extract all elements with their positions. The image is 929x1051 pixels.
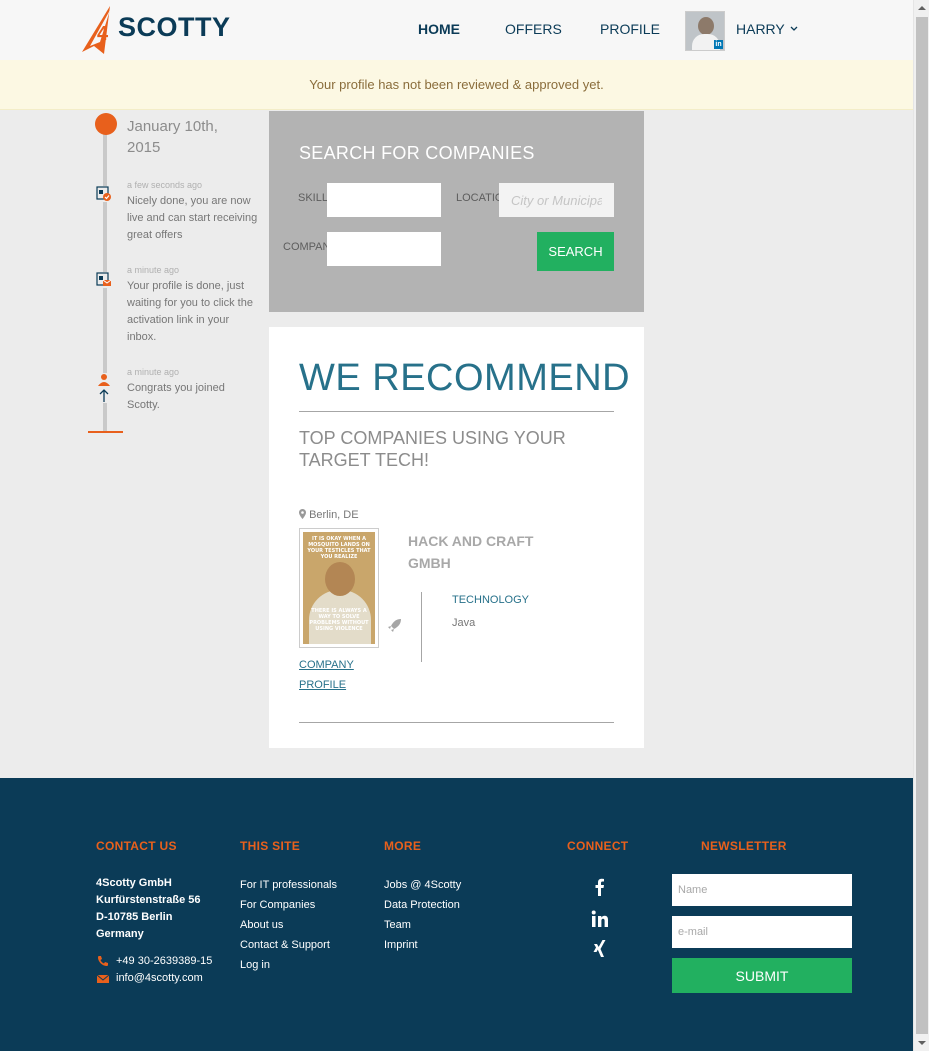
recommend-panel: WE RECOMMEND TOP COMPANIES USING YOUR TA… <box>269 327 644 748</box>
more-heading: MORE <box>384 839 422 853</box>
approval-alert: Your profile has not been reviewed & app… <box>0 60 913 110</box>
contact-email[interactable]: info@4scotty.com <box>116 972 203 984</box>
user-name: HARRY <box>736 21 785 37</box>
nav-profile[interactable]: PROFILE <box>600 21 660 37</box>
footer-link-data-protection[interactable]: Data Protection <box>384 895 461 915</box>
footer-link-imprint[interactable]: Imprint <box>384 935 461 955</box>
map-pin-icon <box>299 509 306 519</box>
location-label: LOCATION <box>456 192 500 204</box>
recommend-title: WE RECOMMEND <box>299 357 631 399</box>
profile-envelope-icon <box>96 272 112 288</box>
company-name[interactable]: HACK AND CRAFT GMBH <box>408 530 578 574</box>
company-label: COMPANY <box>283 241 328 253</box>
company-address: 4Scotty GmbH Kurfürstenstraße 56 D-10785… <box>96 877 201 940</box>
timeline-text: Your profile is done, just waiting for y… <box>127 280 253 343</box>
profile-check-icon <box>96 186 112 202</box>
timeline-base <box>88 431 123 433</box>
divider <box>299 411 614 412</box>
nav-home[interactable]: HOME <box>418 21 460 37</box>
timeline-time: a few seconds ago <box>127 180 203 190</box>
scroll-down-arrow-icon[interactable] <box>914 1035 929 1051</box>
rocket-icon <box>388 619 401 632</box>
scroll-up-arrow-icon[interactable] <box>914 0 929 16</box>
phone-icon <box>98 956 108 966</box>
technology-value: Java <box>452 617 476 629</box>
site-header: 4 SCOTTY HOME OFFERS PROFILE in HARRY <box>0 0 913 60</box>
location-input[interactable] <box>499 183 614 217</box>
search-title: SEARCH FOR COMPANIES <box>299 143 535 163</box>
site-footer: CONTACT US 4Scotty GmbH Kurfürstenstraße… <box>0 778 913 1051</box>
newsletter-heading: NEWSLETTER <box>701 839 787 853</box>
image-caption-bottom: THERE IS ALWAYS A WAY TO SOLVE PROBLEMS … <box>309 608 369 632</box>
envelope-icon <box>97 974 109 983</box>
timeline-text: Congrats you joined Scotty. <box>127 382 225 411</box>
chevron-down-icon <box>790 26 798 31</box>
divider <box>299 722 614 723</box>
newsletter-email-input[interactable] <box>672 916 852 948</box>
timeline-date: January 10th, 2015 <box>127 118 218 156</box>
search-panel: SEARCH FOR COMPANIES SKILL LOCATION COMP… <box>269 111 644 312</box>
vertical-scrollbar[interactable] <box>913 0 929 1051</box>
company-image[interactable]: IT IS OKAY WHEN A MOSQUITO LANDS ON YOUR… <box>299 528 379 648</box>
footer-link-it-professionals[interactable]: For IT professionals <box>240 875 337 895</box>
footer-link-contact-support[interactable]: Contact & Support <box>240 935 337 955</box>
footer-link-login[interactable]: Log in <box>240 955 337 975</box>
timeline-text: Nicely done, you are now live and can st… <box>127 195 258 241</box>
newsletter-submit-button[interactable]: SUBMIT <box>672 958 852 993</box>
logo-number: 4 <box>97 23 109 45</box>
user-menu[interactable]: HARRY <box>736 21 798 37</box>
connect-heading: CONNECT <box>567 839 629 853</box>
user-joined-icon <box>96 373 112 403</box>
logo[interactable]: 4 SCOTTY <box>80 4 230 56</box>
footer-link-companies[interactable]: For Companies <box>240 895 337 915</box>
timeline-time: a minute ago <box>127 265 180 275</box>
search-button[interactable]: SEARCH <box>537 232 614 271</box>
company-location: Berlin, DE <box>299 509 359 521</box>
this-site-links: For IT professionals For Companies About… <box>240 875 337 975</box>
footer-link-team[interactable]: Team <box>384 915 461 935</box>
more-links: Jobs @ 4Scotty Data Protection Team Impr… <box>384 875 461 955</box>
logo-text: SCOTTY <box>118 12 231 42</box>
newsletter-name-input[interactable] <box>672 874 852 906</box>
contact-heading: CONTACT US <box>96 839 177 853</box>
image-caption-top: IT IS OKAY WHEN A MOSQUITO LANDS ON YOUR… <box>307 536 371 560</box>
footer-link-about[interactable]: About us <box>240 915 337 935</box>
linkedin-badge-icon: in <box>714 40 723 49</box>
linkedin-icon[interactable] <box>590 909 610 929</box>
company-profile-link[interactable]: COMPANY PROFILE <box>299 655 379 695</box>
timeline-dot <box>95 113 117 135</box>
skill-input[interactable] <box>327 183 441 217</box>
facebook-icon[interactable] <box>590 877 610 897</box>
avatar[interactable]: in <box>685 11 725 51</box>
nav-offers[interactable]: OFFERS <box>505 21 562 37</box>
company-input[interactable] <box>327 232 441 266</box>
footer-link-jobs[interactable]: Jobs @ 4Scotty <box>384 875 461 895</box>
skill-label: SKILL <box>298 192 328 204</box>
timeline-time: a minute ago <box>127 367 180 377</box>
alert-message: Your profile has not been reviewed & app… <box>309 77 604 92</box>
divider <box>421 592 422 662</box>
company-location-text: Berlin, DE <box>309 509 359 521</box>
recommend-subtitle: TOP COMPANIES USING YOUR TARGET TECH! <box>299 428 566 470</box>
xing-icon[interactable] <box>590 939 610 959</box>
this-site-heading: THIS SITE <box>240 839 301 853</box>
contact-phone[interactable]: +49 30-2639389-15 <box>116 955 212 967</box>
scroll-thumb[interactable] <box>916 17 928 1034</box>
technology-label: TECHNOLOGY <box>452 594 530 606</box>
